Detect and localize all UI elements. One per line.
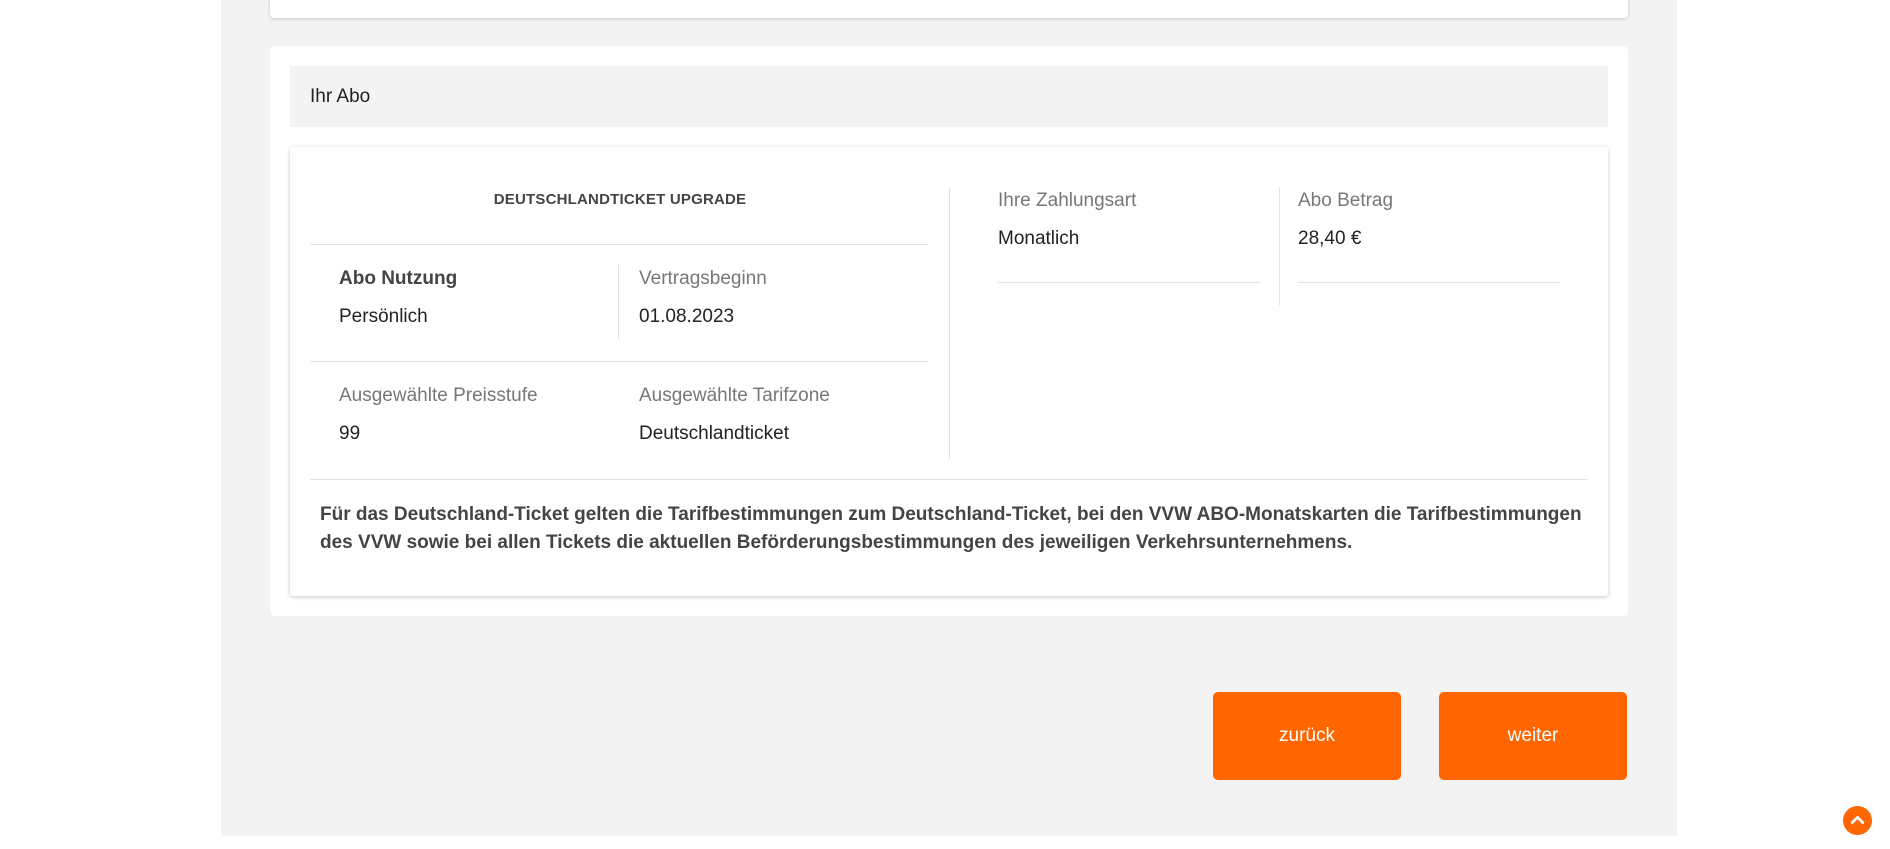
column-divider (949, 187, 950, 459)
payment-method-label: Ihre Zahlungsart (998, 190, 1137, 211)
payment-method-value: Monatlich (998, 228, 1080, 249)
divider (998, 282, 1260, 283)
usage-value: Persönlich (339, 306, 428, 327)
contract-start-label: Vertragsbeginn (639, 268, 767, 289)
abo-details-card: DEUTSCHLANDTICKET UPGRADE Abo Nutzung Pe… (290, 147, 1608, 596)
divider (310, 479, 1588, 480)
divider (618, 265, 619, 339)
subscription-amount-value: 28,40 € (1298, 228, 1362, 249)
divider (310, 361, 928, 362)
divider (310, 244, 928, 245)
chevron-up-icon (1849, 812, 1866, 829)
subscription-amount-label: Abo Betrag (1298, 190, 1394, 211)
product-title: DEUTSCHLANDTICKET UPGRADE (493, 191, 747, 208)
scroll-to-top-button[interactable] (1843, 806, 1872, 835)
previous-card (270, 0, 1628, 18)
usage-label: Abo Nutzung (339, 268, 458, 289)
divider (1279, 187, 1280, 305)
tariff-zone-label: Ausgewählte Tarifzone (639, 385, 830, 406)
section-title: Ihr Abo (290, 66, 1608, 127)
back-button[interactable]: zurück (1213, 692, 1401, 780)
divider (1298, 282, 1560, 283)
price-level-value: 99 (339, 423, 361, 444)
price-level-label: Ausgewählte Preisstufe (339, 385, 538, 406)
tariff-note: Für das Deutschland-Ticket gelten die Ta… (320, 504, 1582, 553)
contract-start-value: 01.08.2023 (639, 306, 735, 327)
abo-section: Ihr Abo DEUTSCHLANDTICKET UPGRADE Abo Nu… (270, 46, 1628, 616)
next-button[interactable]: weiter (1439, 692, 1627, 780)
tariff-zone-value: Deutschlandticket (639, 423, 789, 444)
